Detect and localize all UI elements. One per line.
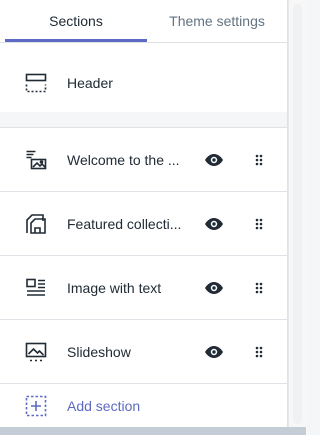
image-text-icon — [24, 148, 48, 172]
header-layout-icon — [24, 71, 48, 95]
section-label: Featured collecti... — [67, 216, 182, 232]
visibility-eye-icon[interactable] — [203, 277, 225, 299]
tab-theme-settings[interactable]: Theme settings — [147, 0, 287, 42]
section-label: Image with text — [67, 280, 162, 296]
tab-sections-label: Sections — [49, 13, 103, 29]
section-row-slideshow[interactable]: Slideshow — [0, 320, 287, 384]
drag-handle-icon[interactable] — [252, 217, 266, 231]
drag-handle-icon[interactable] — [252, 281, 266, 295]
scrollbar[interactable] — [288, 0, 307, 435]
image-with-text-icon — [24, 276, 48, 300]
slideshow-icon — [24, 340, 48, 364]
visibility-eye-icon[interactable] — [203, 149, 225, 171]
tabs-divider — [0, 42, 287, 43]
section-row-featured-collection[interactable]: Featured collecti... — [0, 192, 287, 256]
section-label: Welcome to the ... — [67, 152, 180, 168]
footer-bar — [0, 427, 306, 435]
add-section-icon — [24, 394, 48, 418]
tab-sections[interactable]: Sections — [5, 0, 147, 42]
section-row-image-with-text[interactable]: Image with text — [0, 256, 287, 320]
section-label-header: Header — [67, 75, 113, 91]
visibility-eye-icon[interactable] — [203, 213, 225, 235]
section-row-header[interactable]: Header — [0, 51, 287, 115]
tab-theme-settings-label: Theme settings — [169, 13, 265, 29]
section-group-gap — [0, 112, 287, 128]
section-label: Slideshow — [67, 344, 131, 360]
visibility-eye-icon[interactable] — [203, 341, 225, 363]
collection-icon — [24, 212, 48, 236]
add-section-button[interactable]: Add section — [0, 384, 287, 427]
sections-panel: Sections Theme settings Header Welcome t… — [0, 0, 288, 435]
tab-bar: Sections Theme settings — [0, 0, 287, 42]
add-section-label: Add section — [67, 397, 141, 414]
drag-handle-icon[interactable] — [252, 153, 266, 167]
drag-handle-icon[interactable] — [252, 345, 266, 359]
section-row-welcome[interactable]: Welcome to the ... — [0, 128, 287, 192]
scrollbar-thumb[interactable] — [293, 4, 302, 424]
